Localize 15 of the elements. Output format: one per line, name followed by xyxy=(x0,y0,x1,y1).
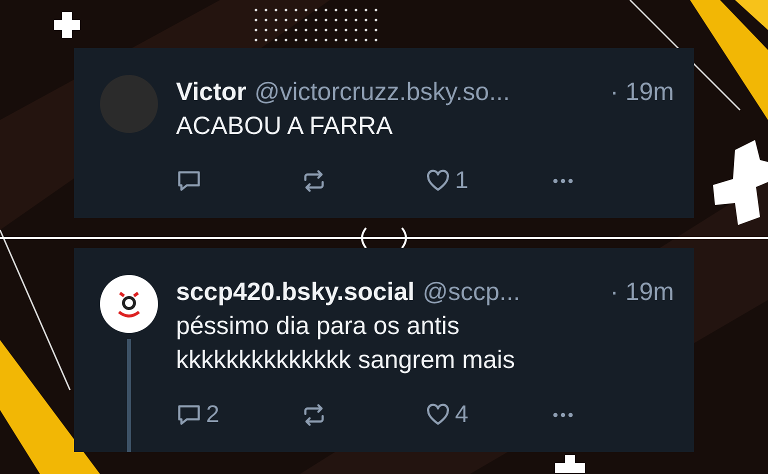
user-handle[interactable]: @sccp... xyxy=(422,275,520,309)
post-time[interactable]: · 19m xyxy=(610,275,674,309)
post-text: kkkkkkkkkkkkkk sangrem mais xyxy=(176,345,516,376)
reply-count: 2 xyxy=(206,401,220,429)
display-name[interactable]: Victor xyxy=(176,75,246,109)
cross-decoration xyxy=(54,12,80,38)
post-text: ACABOU A FARRA xyxy=(176,111,394,142)
post-text: péssimo dia para os antis xyxy=(176,311,460,342)
like-count: 1 xyxy=(455,167,468,195)
like-count: 4 xyxy=(455,401,468,429)
user-handle[interactable]: @victorcruzz.bsky.so... xyxy=(254,75,510,109)
crest-icon xyxy=(116,290,142,318)
cross-decoration xyxy=(555,455,585,473)
display-name[interactable]: sccp420.bsky.social xyxy=(176,275,415,309)
post-time[interactable]: · 19m xyxy=(610,75,674,109)
